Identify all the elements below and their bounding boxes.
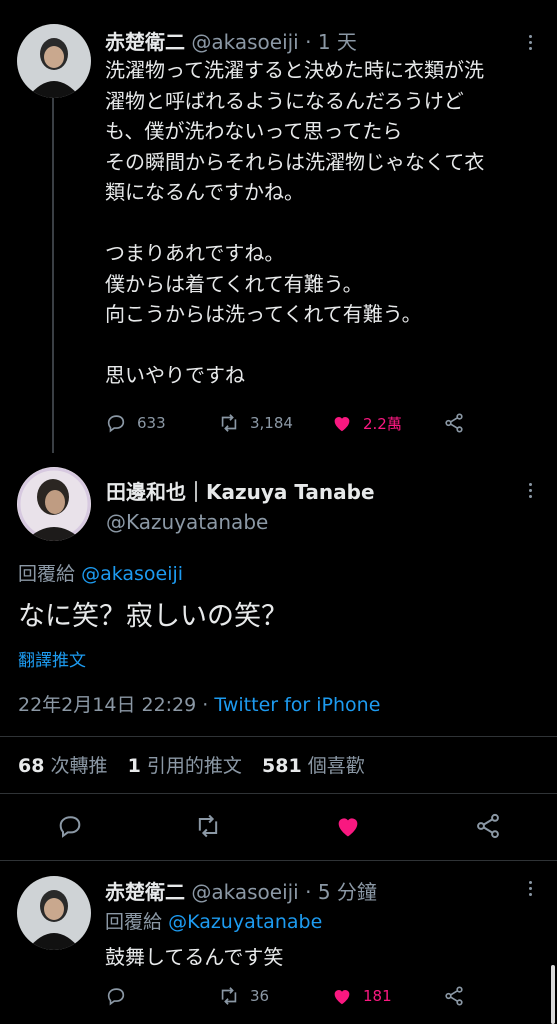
display-name[interactable]: 赤楚衛二 xyxy=(105,880,185,904)
display-name[interactable]: 赤楚衛二 xyxy=(105,30,185,54)
reply-context: 回覆給 @Kazuyatanabe xyxy=(105,907,322,934)
avatar-kazuyatanabe[interactable] xyxy=(17,467,91,541)
heart-icon xyxy=(331,412,353,434)
reply-icon xyxy=(56,816,84,844)
translate-link[interactable]: 翻譯推文 xyxy=(18,646,86,671)
tweet-text: なに笑？寂しいの笑？ xyxy=(18,601,288,632)
timestamp[interactable]: 1 天 xyxy=(318,30,357,54)
handle[interactable]: @akasoeiji xyxy=(191,30,298,54)
heart-icon xyxy=(331,985,353,1007)
reply-button[interactable] xyxy=(56,812,84,844)
divider xyxy=(0,736,557,737)
tweet-text: 洗濯物って洗濯すると決めた時に衣類が洗 濯物と呼ばれるようになるんだろうけど も… xyxy=(105,58,485,387)
retweet-stat[interactable]: 68 次轉推 xyxy=(18,755,114,777)
timestamp[interactable]: 5 分鐘 xyxy=(318,880,377,904)
heart-icon xyxy=(334,818,362,844)
tweet-header: 赤楚衛二 @akasoeiji · 5 分鐘 xyxy=(105,876,377,905)
more-icon[interactable] xyxy=(520,478,540,502)
quote-label: 引用的推文 xyxy=(146,755,242,777)
like-button[interactable]: 181 xyxy=(331,985,392,1007)
source-link[interactable]: Twitter for iPhone xyxy=(214,694,380,716)
reply-icon xyxy=(105,985,127,1007)
retweet-total: 68 xyxy=(18,755,45,777)
display-name[interactable]: 田邊和也｜Kazuya Tanabe xyxy=(106,476,375,505)
retweet-count: 36 xyxy=(250,987,270,1005)
dot-separator: · xyxy=(305,30,312,54)
share-icon xyxy=(443,412,465,434)
reply-count: 633 xyxy=(137,414,166,432)
retweet-button[interactable]: 3,184 xyxy=(218,412,293,434)
like-label: 個喜歡 xyxy=(307,755,365,777)
reply-prefix: 回覆給 xyxy=(105,911,163,933)
retweet-icon xyxy=(194,814,222,844)
retweet-icon xyxy=(218,412,240,434)
like-button[interactable] xyxy=(334,812,362,844)
tweet-text: 鼓舞してるんです笑 xyxy=(105,945,284,969)
timestamp: 22年2月14日 22:29 xyxy=(18,694,197,716)
tweet-header: 赤楚衛二 @akasoeiji · 1 天 xyxy=(105,26,357,55)
share-icon xyxy=(474,813,502,844)
like-total: 581 xyxy=(262,755,302,777)
retweet-button[interactable]: 36 xyxy=(218,985,269,1007)
scrollbar[interactable] xyxy=(551,965,555,1024)
share-button[interactable] xyxy=(443,985,465,1007)
avatar-akasoeiji[interactable] xyxy=(17,876,91,950)
reply-button[interactable]: 633 xyxy=(105,412,166,434)
handle[interactable]: @Kazuyatanabe xyxy=(106,510,268,534)
like-stat[interactable]: 581 個喜歡 xyxy=(262,755,365,777)
share-icon xyxy=(443,985,465,1007)
quote-stat[interactable]: 1 引用的推文 xyxy=(128,755,248,777)
thread-line xyxy=(52,98,54,453)
handle[interactable]: @akasoeiji xyxy=(191,880,298,904)
reply-button[interactable] xyxy=(105,985,127,1007)
retweet-label: 次轉推 xyxy=(50,755,108,777)
reply-to-link[interactable]: @akasoeiji xyxy=(81,563,183,585)
share-button[interactable] xyxy=(443,412,465,434)
reply-context: 回覆給 @akasoeiji xyxy=(18,559,183,586)
reply-icon xyxy=(105,412,127,434)
dot-separator: · xyxy=(305,880,312,904)
more-icon[interactable] xyxy=(520,30,540,54)
tweet-meta: 22年2月14日 22:29 · Twitter for iPhone xyxy=(18,690,380,717)
more-icon[interactable] xyxy=(520,876,540,900)
divider xyxy=(0,860,557,861)
like-button[interactable]: 2.2萬 xyxy=(331,412,402,434)
share-button[interactable] xyxy=(474,812,502,844)
avatar-akasoeiji[interactable] xyxy=(17,24,91,98)
engagement-stats: 68 次轉推 1 引用的推文 581 個喜歡 xyxy=(18,751,365,778)
reply-to-link[interactable]: @Kazuyatanabe xyxy=(168,911,322,933)
divider xyxy=(0,793,557,794)
like-count: 181 xyxy=(363,987,392,1005)
dot-separator: · xyxy=(202,694,209,716)
like-count: 2.2萬 xyxy=(363,414,402,433)
retweet-count: 3,184 xyxy=(250,414,293,432)
quote-total: 1 xyxy=(127,755,141,777)
reply-prefix: 回覆給 xyxy=(18,563,76,585)
retweet-icon xyxy=(218,985,240,1007)
retweet-button[interactable] xyxy=(194,812,222,844)
